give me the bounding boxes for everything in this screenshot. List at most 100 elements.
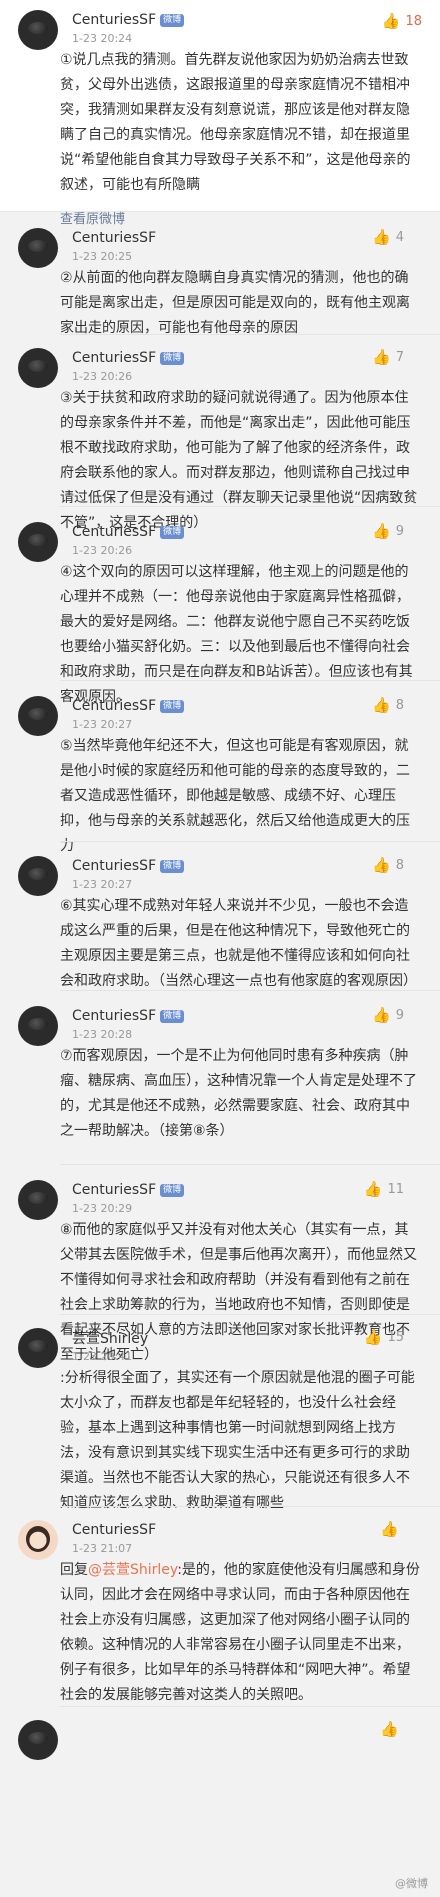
list-item: CenturiesSF 1-23 20:25 👍 4 ②从前面的他向群友隐瞒自身… <box>0 228 440 341</box>
timestamp: 1-23 20:26 <box>72 544 133 557</box>
like-button[interactable]: 👍 18 <box>382 12 422 30</box>
thumbs-up-icon: 👍 <box>372 1006 391 1024</box>
list-item: 芸萱Shirley 1-23 20:41 👍 15 :分析得很全面了，其实还有一… <box>0 1328 440 1516</box>
like-count: 9 <box>395 523 404 539</box>
like-count: 4 <box>395 229 404 245</box>
avatar[interactable] <box>18 856 58 896</box>
like-count: 8 <box>395 697 404 713</box>
timestamp: 1-23 20:24 <box>72 32 133 45</box>
like-button[interactable]: 👍 <box>380 1520 404 1538</box>
divider <box>60 334 440 335</box>
list-item: 👍 <box>0 1720 440 1760</box>
like-count: 8 <box>395 857 404 873</box>
divider <box>60 1164 440 1165</box>
divider <box>60 841 440 842</box>
comment-text: ①说几点我的猜测。首先群友说他家因为奶奶治病去世致贫，父母外出逃债，这跟报道里的… <box>60 52 411 193</box>
reply-prefix: 回复 <box>60 1562 88 1578</box>
list-item: CenturiesSF 微博 1-23 20:26 👍 9 ④这个双向的原因可以… <box>0 522 440 710</box>
thumbs-up-icon: 👍 <box>363 1328 383 1346</box>
like-button[interactable]: 👍 8 <box>372 856 404 874</box>
like-button[interactable]: 👍 9 <box>372 1006 404 1024</box>
divider <box>60 1506 440 1507</box>
thumbs-up-icon: 👍 <box>372 856 391 874</box>
watermark: @微博 <box>395 1877 428 1890</box>
like-count: 7 <box>395 349 404 365</box>
avatar[interactable] <box>18 228 58 268</box>
username[interactable]: CenturiesSF <box>72 350 156 366</box>
like-button[interactable]: 👍 11 <box>364 1180 404 1198</box>
list-item: CenturiesSF 微博 1-23 20:27 👍 8 ⑤当然毕竟他年纪还不… <box>0 696 440 859</box>
username[interactable]: CenturiesSF <box>72 230 156 246</box>
like-count: 18 <box>405 13 422 29</box>
comment-thread: CenturiesSF 微博 1-23 20:24 👍 18 ①说几点我的猜测。… <box>0 0 440 1897</box>
like-button[interactable]: 👍 15 <box>364 1328 404 1346</box>
avatar[interactable] <box>18 522 58 562</box>
like-button[interactable]: 👍 7 <box>372 348 404 366</box>
username[interactable]: CenturiesSF <box>72 1182 156 1198</box>
vip-badge: 微博 <box>160 859 185 873</box>
featured-comment: CenturiesSF 微博 1-23 20:24 👍 18 ①说几点我的猜测。… <box>0 0 440 227</box>
avatar[interactable] <box>18 1328 58 1368</box>
avatar[interactable] <box>18 1720 58 1760</box>
comment-text: ③关于扶贫和政府求助的疑问就说得通了。因为他原本住的母亲家条件并不差，而他是“离… <box>60 390 418 531</box>
username[interactable]: CenturiesSF <box>72 12 156 28</box>
divider <box>60 680 440 681</box>
timestamp: 1-23 20:25 <box>72 250 133 263</box>
avatar[interactable] <box>18 1520 58 1560</box>
vip-badge: 微博 <box>160 13 185 27</box>
timestamp: 1-23 20:41 <box>72 1350 133 1363</box>
list-item: CenturiesSF 微博 1-23 20:27 👍 8 ⑥其实心理不成熟对年… <box>0 856 440 994</box>
like-count: 9 <box>395 1007 404 1023</box>
avatar[interactable] <box>18 348 58 388</box>
comment-text: ④这个双向的原因可以这样理解，他主观上的问题是他的心理并不成熟（一：他母亲说他由… <box>60 564 413 705</box>
mention-link[interactable]: @芸萱Shirley <box>88 1562 177 1578</box>
timestamp: 1-23 20:29 <box>72 1202 133 1215</box>
list-item: CenturiesSF 1-23 21:07 👍 回复@芸萱Shirley:是的… <box>0 1520 440 1708</box>
avatar[interactable] <box>18 696 58 736</box>
divider <box>60 506 440 507</box>
username[interactable]: CenturiesSF <box>72 1008 156 1024</box>
timestamp: 1-23 21:07 <box>72 1542 133 1555</box>
vip-badge: 微博 <box>160 525 185 539</box>
username[interactable]: CenturiesSF <box>72 698 156 714</box>
thumbs-up-icon: 👍 <box>381 12 401 30</box>
timestamp: 1-23 20:26 <box>72 370 133 383</box>
comment-text: ⑥其实心理不成熟对年轻人来说并不少见，一般也不会造成这么严重的后果，但是在他这种… <box>60 898 417 989</box>
avatar[interactable] <box>18 1180 58 1220</box>
username[interactable]: CenturiesSF <box>72 524 156 540</box>
divider <box>60 990 440 991</box>
like-button[interactable]: 👍 9 <box>372 522 404 540</box>
username[interactable]: CenturiesSF <box>72 1522 156 1538</box>
comment-text: 回复@芸萱Shirley:是的，他的家庭使他没有归属感和身份认同，因此才会在网络… <box>60 1558 422 1708</box>
username[interactable]: CenturiesSF <box>72 858 156 874</box>
list-item: CenturiesSF 微博 1-23 20:26 👍 7 ③关于扶贫和政府求助… <box>0 348 440 536</box>
timestamp: 1-23 20:28 <box>72 1028 133 1041</box>
thumbs-up-icon: 👍 <box>372 522 391 540</box>
like-button[interactable]: 👍 <box>380 1720 404 1738</box>
list-item: CenturiesSF 微博 1-23 20:28 👍 9 ⑦而客观原因，一个是… <box>0 1006 440 1144</box>
thumbs-up-icon: 👍 <box>372 348 391 366</box>
avatar[interactable] <box>18 10 58 50</box>
thumbs-up-icon: 👍 <box>372 228 391 246</box>
timestamp: 1-23 20:27 <box>72 878 133 891</box>
avatar[interactable] <box>18 1006 58 1046</box>
like-button[interactable]: 👍 8 <box>372 696 404 714</box>
thumbs-up-icon: 👍 <box>380 1520 399 1538</box>
divider <box>60 1314 440 1315</box>
comment-text: :分析得很全面了，其实还有一个原因就是他混的圈子可能太小众了，而群友也都是年纪轻… <box>60 1370 415 1511</box>
like-count: 11 <box>387 1181 404 1197</box>
comment-text: ⑦而客观原因，一个是不止为何他同时患有多种疾病（肿瘤、糖尿病、高血压），这种情况… <box>60 1048 417 1139</box>
like-button[interactable]: 👍 4 <box>372 228 404 246</box>
username[interactable]: 芸萱Shirley <box>72 1328 148 1348</box>
vip-badge: 微博 <box>160 1183 185 1197</box>
vip-badge: 微博 <box>160 351 185 365</box>
comment-text: ②从前面的他向群友隐瞒自身真实情况的猜测，他也的确可能是离家出走，但是原因可能是… <box>60 270 410 336</box>
vip-badge: 微博 <box>160 1009 185 1023</box>
like-count: 15 <box>387 1329 404 1345</box>
reply-body: :是的，他的家庭使他没有归属感和身份认同，因此才会在网络中寻求认同，而由于各种原… <box>60 1562 420 1703</box>
thumbs-up-icon: 👍 <box>372 696 391 714</box>
vip-badge: 微博 <box>160 699 185 713</box>
divider <box>60 1706 440 1707</box>
view-original-link[interactable]: 查看原微博 <box>60 208 422 227</box>
thumbs-up-icon: 👍 <box>380 1720 399 1738</box>
